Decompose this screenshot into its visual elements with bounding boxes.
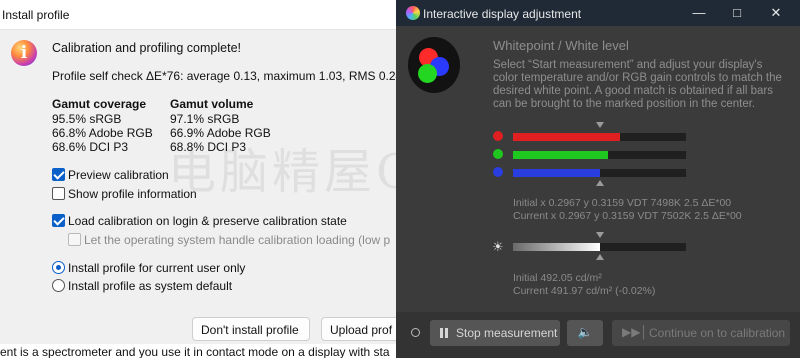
info-icon: i: [11, 40, 37, 66]
display-adjustment-window: Interactive display adjustment — □ ✕ Whi…: [396, 0, 800, 358]
initial-luminance-text: Initial 492.05 cd/m²: [513, 272, 602, 284]
dont-install-button[interactable]: Don't install profile: [192, 317, 310, 341]
red-dot-icon: [493, 131, 503, 141]
blue-dot-icon: [493, 167, 503, 177]
gamut-volume-header: Gamut volume: [170, 97, 254, 111]
luminance-marker-top: [596, 232, 604, 238]
install-system-default-label: Install profile as system default: [68, 279, 233, 293]
pause-icon: [440, 328, 443, 338]
initial-xy-text: Initial x 0.2967 y 0.3159 VDT 7498K 2.5 …: [513, 197, 732, 209]
section-title: Whitepoint / White level: [493, 38, 629, 53]
action-bar: Stop measurement 🔈 ▶▶│ Continue on to ca…: [396, 312, 800, 358]
brightness-icon: ☀: [492, 239, 504, 254]
blue-bar-track: [513, 169, 686, 177]
background-text-strip: ent is a spectrometer and you use it in …: [0, 344, 396, 358]
install-titlebar: Install profile: [0, 0, 396, 30]
luminance-marker-bottom: [596, 254, 604, 260]
status-indicator-icon: [411, 328, 420, 337]
show-profile-info-label: Show profile information: [68, 187, 197, 201]
gamut-coverage-row: 66.8% Adobe RGB: [52, 126, 153, 140]
luminance-bar-fill: [513, 243, 600, 251]
green-bar-track: [513, 151, 686, 159]
gamut-volume-row: 97.1% sRGB: [170, 112, 240, 126]
show-profile-info-checkbox[interactable]: [52, 187, 65, 200]
adjust-body: Whitepoint / White level Select “Start m…: [396, 26, 800, 358]
green-bar-fill: [513, 151, 608, 159]
current-luminance-text: Current 491.97 cd/m² (-0.02%): [513, 285, 656, 297]
upload-profile-button[interactable]: Upload prof: [321, 317, 396, 341]
install-system-default-radio[interactable]: [52, 279, 65, 292]
red-bar-fill: [513, 133, 620, 141]
instructions-text: Select “Start measurement” and adjust yo…: [493, 59, 782, 110]
completion-heading: Calibration and profiling complete!: [52, 41, 241, 55]
luminance-bar-track: [513, 243, 686, 251]
install-current-user-radio[interactable]: [52, 261, 65, 274]
load-calibration-checkbox[interactable]: [52, 214, 65, 227]
gamut-coverage-row: 95.5% sRGB: [52, 112, 122, 126]
background-text: ent is a spectrometer and you use it in …: [0, 345, 390, 358]
adjust-window-title: Interactive display adjustment: [423, 7, 582, 21]
gamut-coverage-row: 68.6% DCI P3: [52, 140, 129, 154]
os-handle-checkbox[interactable]: [68, 233, 81, 246]
install-current-user-label: Install profile for current user only: [68, 261, 246, 275]
center-marker-top: [596, 122, 604, 128]
maximize-icon[interactable]: □: [729, 5, 745, 21]
red-bar-track: [513, 133, 686, 141]
center-marker-bottom: [596, 180, 604, 186]
sound-toggle-button[interactable]: 🔈: [567, 320, 603, 346]
self-check-text: Profile self check ΔE*76: average 0.13, …: [52, 69, 396, 83]
gamut-volume-row: 68.8% DCI P3: [170, 140, 247, 154]
preview-calibration-checkbox[interactable]: [52, 168, 65, 181]
adjust-titlebar: Interactive display adjustment — □ ✕: [396, 0, 800, 26]
speaker-icon: 🔈: [577, 325, 593, 339]
stop-measurement-label: Stop measurement: [456, 326, 558, 340]
blue-bar-fill: [513, 169, 600, 177]
gamut-volume-row: 66.9% Adobe RGB: [170, 126, 271, 140]
install-profile-window: Install profile 电脑精屋CO i Calibration and…: [0, 0, 396, 358]
minimize-icon[interactable]: —: [691, 5, 707, 21]
continue-calibration-button[interactable]: ▶▶│ Continue on to calibration: [612, 320, 790, 346]
stop-measurement-button[interactable]: Stop measurement: [430, 320, 560, 346]
app-icon: [406, 6, 420, 20]
gamut-coverage-header: Gamut coverage: [52, 97, 147, 111]
os-handle-label: Let the operating system handle calibrat…: [84, 233, 391, 247]
skip-forward-icon: ▶▶│: [622, 325, 648, 339]
preview-calibration-label: Preview calibration: [68, 168, 169, 182]
green-dot-icon: [493, 149, 503, 159]
install-window-title: Install profile: [2, 8, 70, 22]
current-xy-text: Current x 0.2967 y 0.3159 VDT 7502K 2.5 …: [513, 210, 742, 222]
rgb-logo-icon: [408, 37, 460, 93]
continue-calibration-label: Continue on to calibration: [649, 326, 786, 340]
load-calibration-label: Load calibration on login & preserve cal…: [68, 214, 347, 228]
close-icon[interactable]: ✕: [768, 5, 784, 21]
